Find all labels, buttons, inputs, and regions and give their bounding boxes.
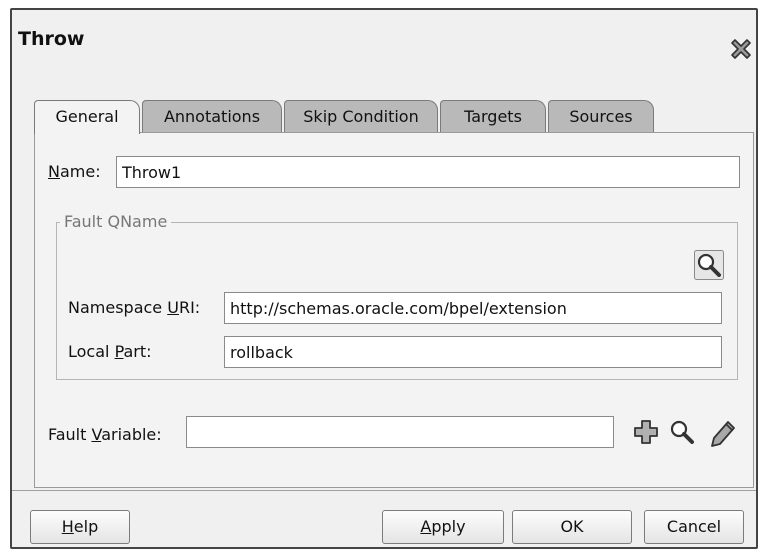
close-icon[interactable]	[728, 36, 754, 62]
magnifier-icon[interactable]	[668, 418, 696, 446]
namespace-uri-label: Namespace URI:	[68, 298, 201, 317]
fault-variable-label: Fault Variable:	[48, 425, 162, 444]
tab-targets[interactable]: Targets	[440, 100, 546, 132]
tab-sources[interactable]: Sources	[548, 100, 654, 132]
cancel-button[interactable]: Cancel	[644, 510, 744, 544]
tab-general[interactable]: General	[34, 100, 140, 134]
help-button[interactable]: Help	[30, 510, 130, 544]
local-part-label: Local Part:	[68, 342, 152, 361]
tab-label: Skip Condition	[303, 107, 419, 126]
name-label: Name:	[48, 162, 101, 181]
ok-button[interactable]: OK	[512, 510, 632, 544]
apply-button[interactable]: Apply	[382, 510, 504, 544]
button-separator	[12, 490, 756, 491]
dialog-title: Throw	[18, 28, 85, 50]
fault-variable-input[interactable]	[186, 416, 614, 448]
tab-label: General	[55, 107, 119, 126]
tab-label: Targets	[464, 107, 522, 126]
tab-label: Annotations	[163, 107, 261, 126]
local-part-input[interactable]	[224, 336, 722, 368]
name-input[interactable]	[116, 156, 740, 188]
tab-annotations[interactable]: Annotations	[142, 100, 282, 132]
tab-skip-condition[interactable]: Skip Condition	[284, 100, 438, 132]
magnifier-icon[interactable]	[694, 250, 724, 280]
fault-qname-legend: Fault QName	[60, 212, 172, 231]
plus-icon[interactable]	[632, 418, 660, 446]
namespace-uri-input[interactable]	[224, 292, 722, 324]
pencil-icon[interactable]	[708, 416, 740, 448]
tab-label: Sources	[569, 107, 633, 126]
